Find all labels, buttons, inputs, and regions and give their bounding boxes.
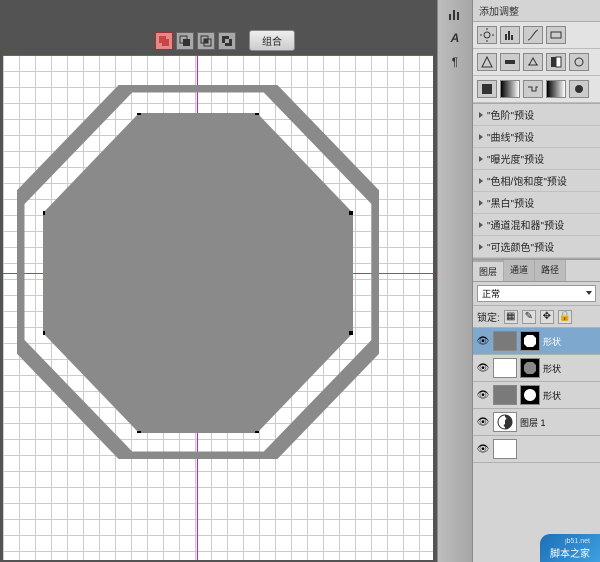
disclosure-icon [479, 222, 483, 228]
preset-item[interactable]: "曝光度"预设 [473, 148, 600, 170]
preset-item[interactable]: "曲线"预设 [473, 126, 600, 148]
layers-list: 👁 形状 👁 形状 👁 形状 👁 图层 1 👁 [473, 328, 600, 463]
preset-item[interactable]: "色相/饱和度"预设 [473, 170, 600, 192]
curves-icon[interactable] [523, 26, 543, 44]
visibility-icon[interactable]: 👁 [476, 334, 490, 348]
lock-pixels-icon[interactable]: ✎ [522, 310, 536, 324]
layer-row[interactable]: 👁 形状 [473, 355, 600, 382]
preset-label: "黑白"预设 [487, 195, 534, 210]
adjustments-title: 添加调整 [473, 0, 600, 22]
layer-name: 形状 [543, 362, 561, 375]
exposure-icon[interactable] [546, 26, 566, 44]
preset-label: "通道混和器"预设 [487, 217, 564, 232]
lock-row: 锁定: ▦ ✎ ✥ 🔒 [473, 306, 600, 328]
adjustments-row-3 [473, 76, 600, 103]
lock-transparent-icon[interactable]: ▦ [504, 310, 518, 324]
preset-label: "色阶"预设 [487, 107, 534, 122]
disclosure-icon [479, 112, 483, 118]
brightness-icon[interactable] [477, 26, 497, 44]
invert-icon[interactable] [477, 80, 497, 98]
bw-icon[interactable] [546, 53, 566, 71]
layer-row[interactable]: 👁 [473, 436, 600, 463]
threshold-icon[interactable] [523, 80, 543, 98]
layer-row[interactable]: 👁 形状 [473, 328, 600, 355]
layer-thumb[interactable] [493, 331, 517, 351]
layer-row[interactable]: 👁 形状 [473, 382, 600, 409]
adjustments-row-1 [473, 22, 600, 49]
canvas[interactable] [3, 55, 433, 560]
photofilter-icon[interactable] [569, 53, 589, 71]
blend-mode-select[interactable]: 正常 [477, 285, 596, 302]
shape-octagon-inner[interactable] [43, 113, 353, 433]
histogram-icon[interactable] [447, 6, 463, 22]
disclosure-icon [479, 244, 483, 250]
tab-layers[interactable]: 图层 [473, 260, 504, 281]
posterize-icon[interactable] [500, 80, 520, 98]
balance-icon[interactable] [523, 53, 543, 71]
levels-icon[interactable] [500, 26, 520, 44]
paragraph-panel-icon[interactable]: ¶ [447, 54, 463, 70]
vector-mask-icon[interactable] [520, 331, 540, 351]
pathfinder-unite-icon[interactable] [155, 32, 173, 50]
character-panel-icon[interactable]: A [447, 30, 463, 46]
visibility-icon[interactable]: 👁 [476, 415, 490, 429]
panel-tabs: 图层 通道 路径 [473, 259, 600, 282]
lock-label: 锁定: [477, 309, 500, 324]
side-rail: A ¶ [437, 0, 473, 562]
tab-paths[interactable]: 路径 [535, 260, 566, 281]
disclosure-icon [479, 134, 483, 140]
lock-all-icon[interactable]: 🔒 [558, 310, 572, 324]
gradmap-icon[interactable] [546, 80, 566, 98]
vector-mask-icon[interactable] [520, 358, 540, 378]
disclosure-icon [479, 156, 483, 162]
watermark-text: 脚本之家 [550, 545, 590, 560]
lock-position-icon[interactable]: ✥ [540, 310, 554, 324]
layer-name: 形状 [543, 335, 561, 348]
preset-label: "曝光度"预设 [487, 151, 544, 166]
preset-label: "可选颜色"预设 [487, 239, 554, 254]
vector-mask-icon[interactable] [520, 385, 540, 405]
preset-label: "曲线"预设 [487, 129, 534, 144]
selcolor-icon[interactable] [569, 80, 589, 98]
hue-icon[interactable] [500, 53, 520, 71]
tab-channels[interactable]: 通道 [504, 260, 535, 281]
preset-item[interactable]: "可选颜色"预设 [473, 236, 600, 258]
adjustments-row-2 [473, 49, 600, 76]
pathfinder-intersect-icon[interactable] [197, 32, 215, 50]
disclosure-icon [479, 200, 483, 206]
preset-item[interactable]: "通道混和器"预设 [473, 214, 600, 236]
preset-item[interactable]: "黑白"预设 [473, 192, 600, 214]
visibility-icon[interactable]: 👁 [476, 361, 490, 375]
watermark-url: jb51.net [550, 538, 590, 545]
layer-thumb[interactable] [493, 412, 517, 432]
visibility-icon[interactable]: 👁 [476, 442, 490, 456]
layer-row[interactable]: 👁 图层 1 [473, 409, 600, 436]
layer-thumb[interactable] [493, 358, 517, 378]
layer-thumb[interactable] [493, 385, 517, 405]
combine-button[interactable]: 组合 [249, 30, 295, 51]
layer-name: 形状 [543, 389, 561, 402]
pathfinder-subtract-icon[interactable] [176, 32, 194, 50]
watermark: jb51.net 脚本之家 [540, 534, 600, 562]
presets-list: "色阶"预设 "曲线"预设 "曝光度"预设 "色相/饱和度"预设 "黑白"预设 … [473, 103, 600, 259]
preset-item[interactable]: "色阶"预设 [473, 104, 600, 126]
guide-horizontal[interactable] [3, 55, 433, 56]
layer-name: 图层 1 [520, 416, 546, 429]
preset-label: "色相/饱和度"预设 [487, 173, 567, 188]
layer-thumb[interactable] [493, 439, 517, 459]
vibrance-icon[interactable] [477, 53, 497, 71]
visibility-icon[interactable]: 👁 [476, 388, 490, 402]
disclosure-icon [479, 178, 483, 184]
pathfinder-exclude-icon[interactable] [218, 32, 236, 50]
